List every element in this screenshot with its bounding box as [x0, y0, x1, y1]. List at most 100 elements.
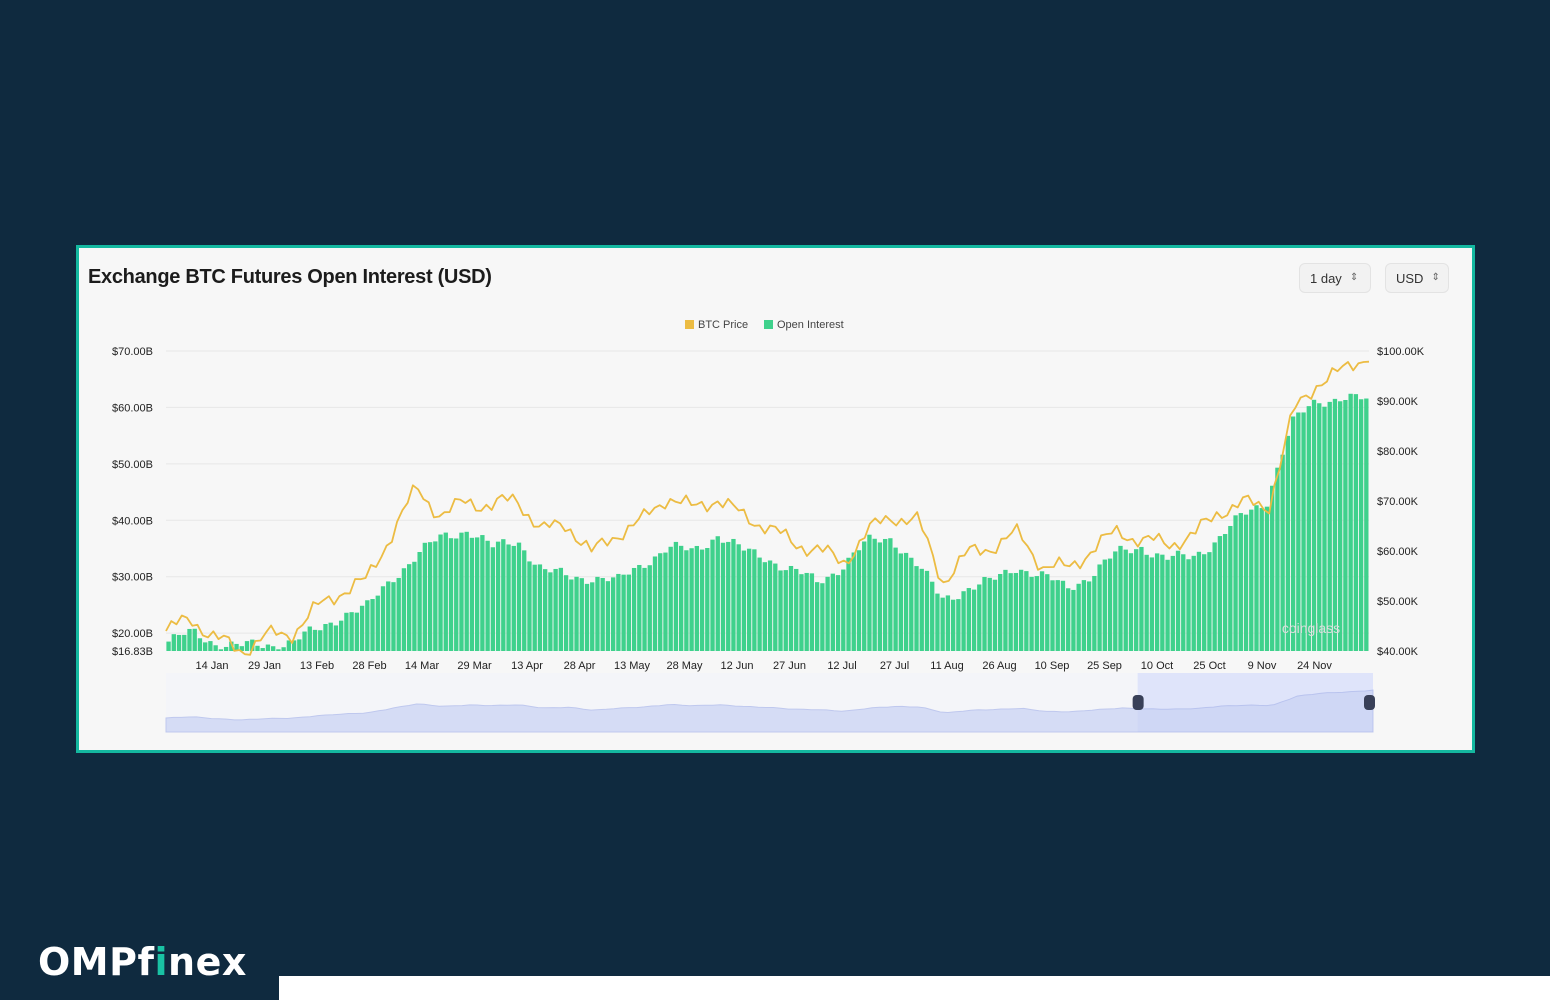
open-interest-bar: [1264, 506, 1270, 651]
open-interest-bar: [1055, 580, 1060, 651]
navigator-handle[interactable]: [1132, 695, 1144, 710]
open-interest-bar: [365, 600, 370, 651]
open-interest-bar: [1060, 580, 1066, 651]
open-interest-bar: [998, 574, 1003, 651]
open-interest-bar: [318, 630, 323, 651]
open-interest-bar: [255, 645, 260, 651]
open-interest-bar: [720, 542, 726, 651]
open-interest-bar: [746, 548, 752, 651]
open-interest-bar: [1290, 416, 1296, 651]
open-interest-bar: [223, 646, 229, 651]
open-interest-bar: [1170, 555, 1175, 651]
open-interest-bar: [1275, 467, 1280, 651]
open-interest-bar: [1175, 550, 1181, 651]
open-interest-bar: [171, 634, 176, 651]
y-left-tick-label: $60.00B: [112, 402, 153, 414]
open-interest-bar: [621, 574, 626, 651]
open-interest-bar: [464, 531, 469, 651]
open-interest-bar: [501, 539, 506, 651]
open-interest-bar: [1238, 513, 1243, 651]
open-interest-bar: [1306, 406, 1311, 651]
open-interest-bar: [380, 586, 386, 651]
open-interest-bar: [736, 544, 741, 651]
y-right-tick-label: $80.00K: [1377, 446, 1419, 458]
x-tick-label: 13 Feb: [300, 660, 334, 672]
x-tick-label: 25 Sep: [1087, 660, 1122, 672]
open-interest-bar: [689, 548, 694, 651]
open-interest-bar: [328, 622, 333, 651]
open-interest-bar: [1353, 394, 1359, 651]
open-interest-bar: [244, 641, 250, 651]
open-interest-bar: [422, 542, 428, 651]
open-interest-bar: [610, 577, 616, 651]
x-tick-label: 28 Feb: [352, 660, 386, 672]
open-interest-bar: [1322, 406, 1327, 651]
open-interest-bar: [563, 575, 569, 651]
open-interest-bar: [1317, 403, 1322, 651]
open-interest-bar: [1186, 559, 1191, 651]
navigator-handle[interactable]: [1364, 695, 1375, 710]
y-left-tick-label: $20.00B: [112, 628, 153, 640]
open-interest-bar: [804, 572, 809, 651]
open-interest-bar: [626, 574, 632, 651]
open-interest-bar: [809, 573, 815, 651]
x-tick-label: 9 Nov: [1248, 660, 1277, 672]
open-interest-bar: [271, 646, 276, 651]
open-interest-bar: [359, 605, 365, 651]
open-interest-bar: [1249, 509, 1254, 651]
open-interest-bar: [767, 560, 773, 651]
open-interest-bar: [307, 626, 312, 651]
open-interest-bar: [396, 577, 401, 651]
open-interest-bar: [312, 629, 318, 651]
y-right-tick-label: $40.00K: [1377, 646, 1419, 658]
open-interest-bar: [192, 628, 197, 651]
open-interest-bar: [548, 572, 553, 651]
x-tick-label: 12 Jul: [827, 660, 856, 672]
open-interest-bar: [945, 595, 951, 651]
open-interest-bar: [956, 599, 961, 651]
open-interest-bar: [407, 564, 412, 651]
open-interest-bar: [213, 645, 218, 651]
open-interest-bar: [1008, 573, 1013, 651]
open-interest-bar: [323, 624, 328, 651]
open-interest-bar: [830, 573, 835, 651]
open-interest-bar: [961, 591, 966, 651]
open-interest-bar: [469, 537, 475, 651]
open-interest-bar: [1034, 576, 1039, 651]
open-interest-bar: [595, 576, 600, 651]
x-tick-label: 12 Jun: [720, 660, 753, 672]
open-interest-bar: [537, 564, 543, 651]
open-interest-bar: [1259, 508, 1264, 651]
open-interest-bar: [333, 625, 339, 651]
open-interest-bar: [1128, 553, 1134, 651]
open-interest-bar: [903, 552, 909, 651]
open-interest-bar: [1191, 555, 1196, 651]
open-interest-bar: [511, 545, 516, 651]
x-tick-label: 27 Jul: [880, 660, 909, 672]
open-interest-bar: [527, 561, 532, 651]
open-interest-bar: [705, 547, 710, 651]
open-interest-bar: [950, 599, 956, 651]
open-interest-bar: [375, 595, 380, 651]
open-interest-bar: [354, 612, 360, 651]
open-interest-bar: [401, 568, 407, 651]
open-interest-bar: [1233, 515, 1238, 651]
open-interest-bar: [699, 549, 705, 651]
open-interest-bar: [438, 534, 443, 651]
open-interest-bar: [474, 537, 480, 651]
open-interest-bar: [1296, 412, 1301, 651]
open-interest-bar: [1113, 551, 1118, 651]
open-interest-bar: [1154, 553, 1160, 651]
open-interest-bar: [516, 542, 522, 651]
open-interest-bar: [977, 584, 982, 651]
open-interest-bar: [909, 557, 914, 651]
open-interest-bar: [197, 638, 203, 651]
open-interest-bar: [281, 647, 286, 651]
open-interest-bar: [386, 581, 391, 651]
open-interest-bar: [971, 589, 977, 651]
open-interest-bar: [459, 532, 464, 651]
open-interest-bar: [1092, 575, 1097, 651]
x-tick-label: 10 Sep: [1035, 660, 1070, 672]
open-interest-bar: [344, 612, 349, 651]
open-interest-bar: [454, 538, 459, 651]
